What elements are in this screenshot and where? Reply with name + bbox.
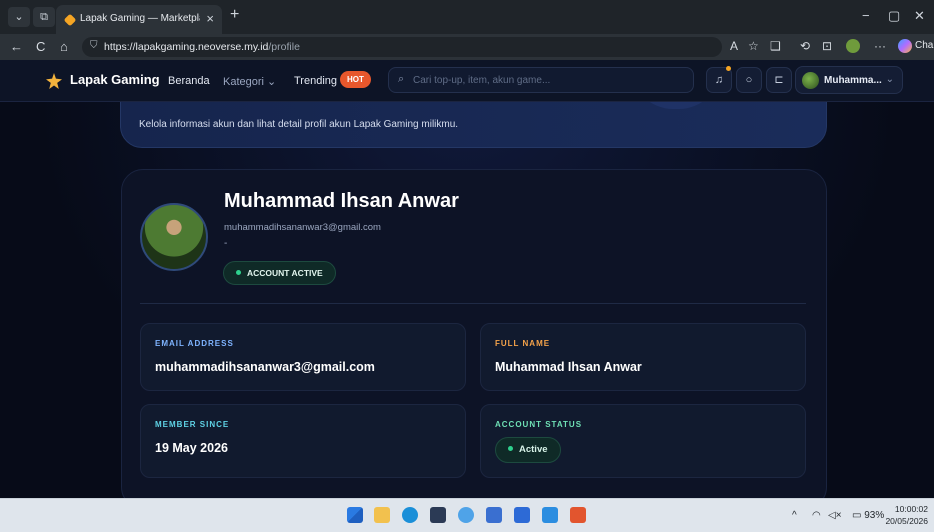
email-info-box: EMAIL ADDRESS muhammadihsananwar3@gmail.… — [140, 323, 466, 391]
chrome-icon[interactable] — [458, 507, 474, 523]
email-label: EMAIL ADDRESS — [155, 339, 234, 348]
tray-chevron-icon[interactable]: ^ — [792, 510, 797, 521]
clock[interactable]: 10:00:02 20/05/2026 — [885, 503, 928, 527]
tab-close-icon[interactable]: × — [206, 11, 214, 26]
wifi-icon[interactable]: ◠ — [812, 510, 821, 521]
nav-category-label: Kategori — [223, 76, 264, 88]
chevron-down-icon: ⌄ — [267, 76, 277, 88]
profile-avatar-icon[interactable] — [846, 39, 860, 53]
main-content: Kelola informasi akun dan lihat detail p… — [0, 102, 934, 498]
nav-category[interactable]: Kategori ⌄ — [223, 75, 276, 88]
chat-icon: ○ — [745, 74, 753, 86]
account-active-badge: ACCOUNT ACTIVE — [223, 261, 336, 285]
more-icon[interactable]: ··· — [874, 39, 886, 53]
profile-card: Muhammad Ihsan Anwar muhammadihsananwar3… — [121, 169, 827, 498]
logo-icon[interactable] — [46, 73, 62, 89]
url-path: /profile — [268, 41, 300, 53]
fullname-value: Muhammad Ihsan Anwar — [495, 360, 642, 374]
profile-avatar — [140, 203, 208, 271]
app-icon[interactable] — [570, 507, 586, 523]
screenshot-icon[interactable]: ⊡ — [822, 39, 832, 53]
store-icon[interactable] — [430, 507, 446, 523]
status-badge-text: Active — [519, 444, 548, 455]
notification-dot — [726, 66, 731, 71]
account-active-text: ACCOUNT ACTIVE — [247, 268, 323, 278]
cart-button[interactable]: ⊏ — [766, 67, 792, 93]
volume-icon[interactable]: ◁× — [828, 510, 842, 521]
copilot-icon[interactable] — [898, 39, 912, 53]
profile-email: muhammadihsananwar3@gmail.com — [224, 222, 381, 233]
divider — [140, 303, 806, 304]
status-dot-icon — [508, 445, 513, 451]
chevron-down-icon: ⌄ — [885, 74, 894, 85]
edge-icon[interactable] — [402, 507, 418, 523]
file-explorer-icon[interactable] — [374, 507, 390, 523]
search-input[interactable] — [413, 72, 683, 89]
profile-name: Muhammad Ihsan Anwar — [224, 190, 459, 212]
battery-percent: 93% — [864, 510, 885, 521]
account-status-label: ACCOUNT STATUS — [495, 420, 583, 429]
cart-icon: ⊏ — [774, 74, 784, 86]
back-icon[interactable]: ← — [10, 39, 23, 54]
favorite-icon[interactable]: ☆ — [748, 39, 759, 53]
minimize-button[interactable]: − — [862, 8, 870, 23]
copilot-label[interactable]: Cha — [915, 40, 933, 51]
hero-decoration — [631, 102, 721, 109]
member-since-box: MEMBER SINCE 19 May 2026 — [140, 404, 466, 478]
search-field[interactable]: ⌕ — [388, 67, 694, 93]
refresh-icon[interactable]: C — [36, 39, 45, 54]
battery-icon: ▭ — [852, 510, 862, 521]
clock-date: 20/05/2026 — [885, 516, 928, 526]
hot-badge: HOT — [340, 71, 371, 88]
email-value: muhammadihsananwar3@gmail.com — [155, 360, 375, 374]
member-since-label: MEMBER SINCE — [155, 420, 230, 429]
browser-tab-active[interactable]: Lapak Gaming — Marketplace Gar × — [56, 5, 222, 34]
url-text: https://lapakgaming.neoverse.my.id/profi… — [104, 41, 300, 53]
chat-button[interactable]: ○ — [736, 67, 762, 93]
fullname-label: FULL NAME — [495, 339, 551, 348]
bell-icon: ♫ — [714, 74, 724, 86]
tab-title: Lapak Gaming — Marketplace Gar — [80, 13, 200, 24]
home-icon[interactable]: ⌂ — [60, 39, 68, 54]
user-name: Muhamma... — [824, 75, 882, 86]
workspaces-button[interactable]: ⧉ — [33, 7, 55, 27]
history-icon[interactable]: ⟲ — [800, 39, 810, 53]
lock-icon: ⛉ — [90, 40, 98, 51]
address-bar[interactable]: ⛉ https://lapakgaming.neoverse.my.id/pro… — [82, 37, 722, 57]
vscode-icon[interactable] — [542, 507, 558, 523]
profile-hero-card: Kelola informasi akun dan lihat detail p… — [120, 102, 827, 148]
url-host: https://lapakgaming.neoverse.my.id — [104, 41, 269, 53]
account-status-box: ACCOUNT STATUS Active — [480, 404, 806, 478]
collections-icon[interactable]: ❑ — [770, 39, 781, 53]
maximize-button[interactable]: ▢ — [888, 8, 900, 24]
start-icon[interactable] — [347, 507, 363, 523]
app-icon[interactable] — [486, 507, 502, 523]
nav-home[interactable]: Beranda — [168, 75, 210, 87]
clock-time: 10:00:02 — [894, 504, 928, 514]
new-tab-button[interactable]: + — [230, 6, 239, 24]
close-window-button[interactable]: ✕ — [914, 8, 925, 24]
fullname-info-box: FULL NAME Muhammad Ihsan Anwar — [480, 323, 806, 391]
site-favicon-icon — [63, 13, 77, 27]
nav-trending[interactable]: Trending — [294, 75, 337, 87]
os-taskbar: ^ ◠ ◁× ▭ 93% 10:00:02 20/05/2026 — [0, 498, 934, 532]
status-dot-icon — [236, 270, 241, 276]
browser-tab-strip: ⌄ ⧉ Lapak Gaming — Marketplace Gar × + −… — [0, 0, 934, 34]
brand-name[interactable]: Lapak Gaming — [70, 72, 160, 87]
read-aloud-icon[interactable]: A — [730, 39, 738, 53]
hero-subtitle: Kelola informasi akun dan lihat detail p… — [139, 119, 459, 130]
battery-indicator[interactable]: ▭ 93% — [852, 510, 884, 521]
app-icon[interactable] — [514, 507, 530, 523]
tab-actions-button[interactable]: ⌄ — [8, 7, 30, 27]
site-header: Lapak Gaming Beranda Kategori ⌄ Trending… — [0, 60, 934, 102]
user-menu-button[interactable]: Muhamma... ⌄ — [795, 66, 903, 94]
browser-toolbar: ← C ⌂ ⛉ https://lapakgaming.neoverse.my.… — [0, 34, 934, 60]
search-icon: ⌕ — [398, 73, 405, 85]
status-badge: Active — [495, 437, 561, 463]
profile-bio: - — [224, 238, 228, 249]
member-since-value: 19 May 2026 — [155, 441, 228, 455]
user-avatar — [802, 72, 819, 89]
